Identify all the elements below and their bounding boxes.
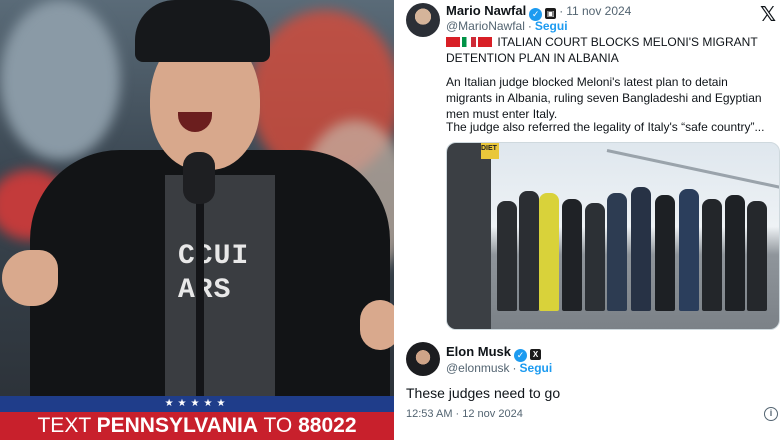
- tweet-headline: ITALIAN COURT BLOCKS MELONI'S MIGRANT DE…: [446, 35, 758, 65]
- speaker-cap: [135, 0, 270, 62]
- tweet-panel: 𝕏 Mario Nawfal ✓ ▣ · 11 nov 2024 @MarioNawfa…: [394, 0, 780, 440]
- x-logo-icon[interactable]: 𝕏: [760, 2, 776, 27]
- crane: [606, 149, 779, 190]
- person: [655, 195, 675, 311]
- person: [497, 201, 517, 311]
- tweet-timestamp[interactable]: 12:53 AM · 12 nov 2024: [406, 408, 523, 420]
- albania-flag-icon: [446, 37, 460, 47]
- info-icon[interactable]: i: [764, 407, 778, 421]
- microphone: [183, 152, 215, 204]
- person: [585, 203, 605, 311]
- author-handle[interactable]: @elonmusk: [446, 361, 510, 375]
- italy-flag-icon: [462, 37, 476, 47]
- avatar[interactable]: [406, 3, 440, 37]
- person: [679, 189, 699, 311]
- author-name[interactable]: Elon Musk ✓ X: [446, 344, 542, 362]
- background-crowd: [0, 0, 120, 160]
- albania-flag-icon: [478, 37, 492, 47]
- author-handle-row: @MarioNawfal · Segui: [446, 19, 568, 33]
- person: [747, 201, 767, 311]
- author-handle[interactable]: @MarioNawfal: [446, 19, 525, 33]
- tweet-paragraph: An Italian judge blocked Meloni's latest…: [446, 75, 762, 121]
- affiliation-badge-icon: ▣: [545, 8, 557, 19]
- speaker-hand: [360, 300, 394, 350]
- speaker-photo: CCUI ARS ★★★★★ TEXT PENNSYLVANIA TO 8802…: [0, 0, 394, 440]
- microphone-stand: [196, 200, 204, 400]
- avatar[interactable]: [406, 342, 440, 376]
- person: [725, 195, 745, 311]
- person: [519, 191, 539, 311]
- person: [607, 193, 627, 311]
- ship-sign-text: DIET: [481, 145, 497, 152]
- podium-sign: TEXT PENNSYLVANIA TO 88022: [0, 412, 394, 440]
- ship-hull: [447, 143, 491, 329]
- tweet-text: These judges need to go: [406, 385, 561, 401]
- author-handle-row: @elonmusk · Segui: [446, 361, 553, 375]
- person: [562, 199, 582, 311]
- podium-stars: ★★★★★: [164, 398, 230, 409]
- follow-button[interactable]: Segui: [520, 361, 553, 375]
- tweet-date[interactable]: 11 nov 2024: [566, 4, 631, 18]
- person: [631, 187, 651, 311]
- person: [539, 193, 559, 311]
- affiliation-badge-icon: X: [530, 349, 542, 360]
- shirt-text: CCUI ARS: [178, 241, 250, 306]
- person: [702, 199, 722, 311]
- speaker-hand: [2, 250, 58, 306]
- tweet-paragraph: The judge also referred the legality of …: [446, 120, 765, 134]
- tweet-media-image[interactable]: DIET: [446, 142, 780, 330]
- follow-button[interactable]: Segui: [535, 19, 568, 33]
